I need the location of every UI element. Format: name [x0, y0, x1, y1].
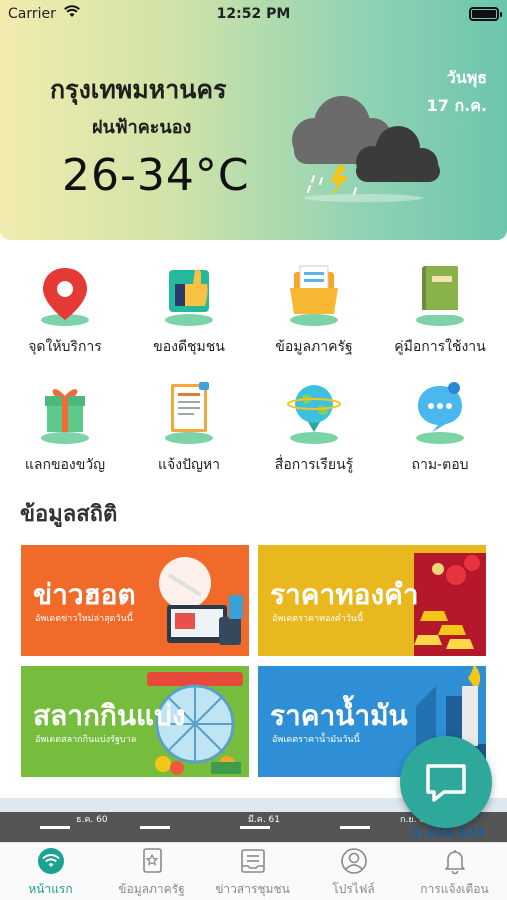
menu-label: สื่อการเรียนรู้ — [274, 457, 354, 473]
strip-label: มี.ค. 61 — [248, 815, 280, 825]
city-name: กรุงเทพมหานคร — [50, 75, 227, 104]
card-subtitle: อัพเดตราคาน้ำมันวันนี้ — [272, 735, 360, 745]
tab-label: ข้อมูลภาครัฐ — [118, 882, 185, 896]
clock: 12:52 PM — [216, 6, 291, 22]
profile-icon — [341, 848, 367, 874]
chat-bubble-icon — [416, 382, 464, 444]
weekday: วันพุธ — [446, 68, 487, 87]
weather-header: Carrier 12:52 PM กรุงเทพมหานคร ฝนฟ้าคะนอ… — [0, 0, 507, 240]
news-icon — [241, 849, 265, 873]
card-subtitle: อัพเดตสลากกินแบ่งรัฐบาล — [35, 735, 137, 745]
news-illustration-icon — [159, 557, 243, 645]
tab-label: ข่าวสารชุมชน — [215, 882, 290, 896]
road-dash — [240, 826, 270, 829]
menu-item-user-manual[interactable]: คู่มือการใช้งาน — [377, 262, 503, 362]
tab-community-news[interactable]: ข่าวสารชุมชน — [202, 843, 303, 900]
menu-item-government-info[interactable]: ข้อมูลภาครัฐ — [251, 262, 377, 362]
tab-bar: หน้าแรก ข้อมูลภาครัฐ ข่าวสารชุมชน โปรไฟล… — [0, 842, 507, 900]
menu-label: ข้อมูลภาครัฐ — [275, 339, 353, 355]
menu-label: คู่มือการใช้งาน — [394, 339, 486, 355]
manual-book-icon — [416, 266, 464, 326]
weather-condition: ฝนฟ้าคะนอง — [92, 117, 192, 138]
strip-label: ธ.ค. 60 — [76, 815, 108, 825]
temperature: 26-34°C — [62, 150, 250, 201]
report-form-icon — [165, 382, 213, 444]
tab-home[interactable]: หน้าแรก — [0, 843, 101, 900]
menu-label: จุดให้บริการ — [28, 339, 102, 355]
tab-profile[interactable]: โปรไฟล์ — [303, 843, 404, 900]
status-bar: Carrier 12:52 PM — [0, 0, 507, 28]
road-dash — [140, 826, 170, 829]
menu-item-qa[interactable]: ถาม-ตอบ — [377, 380, 503, 480]
menu-item-learning-media[interactable]: สื่อการเรียนรู้ — [251, 380, 377, 480]
map-pin-icon — [41, 268, 89, 326]
battery-icon — [469, 7, 502, 21]
chat-fab-button[interactable] — [400, 736, 492, 828]
tab-notifications[interactable]: การแจ้งเตือน — [404, 843, 505, 900]
gift-icon — [41, 389, 89, 444]
document-star-icon — [143, 848, 162, 873]
road-dash — [40, 826, 70, 829]
bell-icon — [445, 850, 465, 875]
menu-item-community-goods[interactable]: ของดีชุมชน — [126, 262, 252, 362]
home-signal-icon — [38, 848, 64, 874]
card-gold-price[interactable]: ราคาทองคำ อัพเดตราคาทองคำวันนี้ — [258, 545, 486, 656]
menu-item-service-points[interactable]: จุดให้บริการ — [2, 262, 128, 362]
message-icon — [426, 764, 466, 802]
menu-label: ของดีชุมชน — [153, 339, 225, 355]
tab-label: หน้าแรก — [28, 882, 73, 896]
statistics-title: ข้อมูลสถิติ — [20, 502, 118, 527]
menu-item-report-problem[interactable]: แจ้งปัญหา — [126, 380, 252, 480]
card-subtitle: อัพเดตราคาทองคำวันนี้ — [272, 614, 364, 624]
tab-label: โปรไฟล์ — [332, 882, 375, 896]
globe-icon — [287, 385, 341, 444]
thumbs-up-icon — [165, 269, 213, 326]
strip-value: 1,224,623 — [411, 826, 485, 841]
menu-label: แลกของขวัญ — [24, 457, 106, 473]
card-subtitle: อัพเดตข่าวใหม่ล่าสุดวันนี้ — [35, 614, 133, 624]
folder-document-icon — [290, 265, 338, 326]
card-hot-news[interactable]: ข่าวฮอต อัพเดตข่าวใหม่ล่าสุดวันนี้ — [21, 545, 249, 656]
road-dash — [340, 826, 370, 829]
menu-label: ถาม-ตอบ — [411, 457, 469, 473]
tab-label: การแจ้งเตือน — [420, 882, 489, 896]
tab-government-info[interactable]: ข้อมูลภาครัฐ — [101, 843, 202, 900]
menu-label: แจ้งปัญหา — [158, 457, 220, 473]
menu-item-redeem-gifts[interactable]: แลกของขวัญ — [2, 380, 128, 480]
thunderstorm-cloud-icon — [292, 96, 440, 202]
card-lottery[interactable]: สลากกินแบ่ง อัพเดตสลากกินแบ่งรัฐบาล — [21, 666, 249, 777]
